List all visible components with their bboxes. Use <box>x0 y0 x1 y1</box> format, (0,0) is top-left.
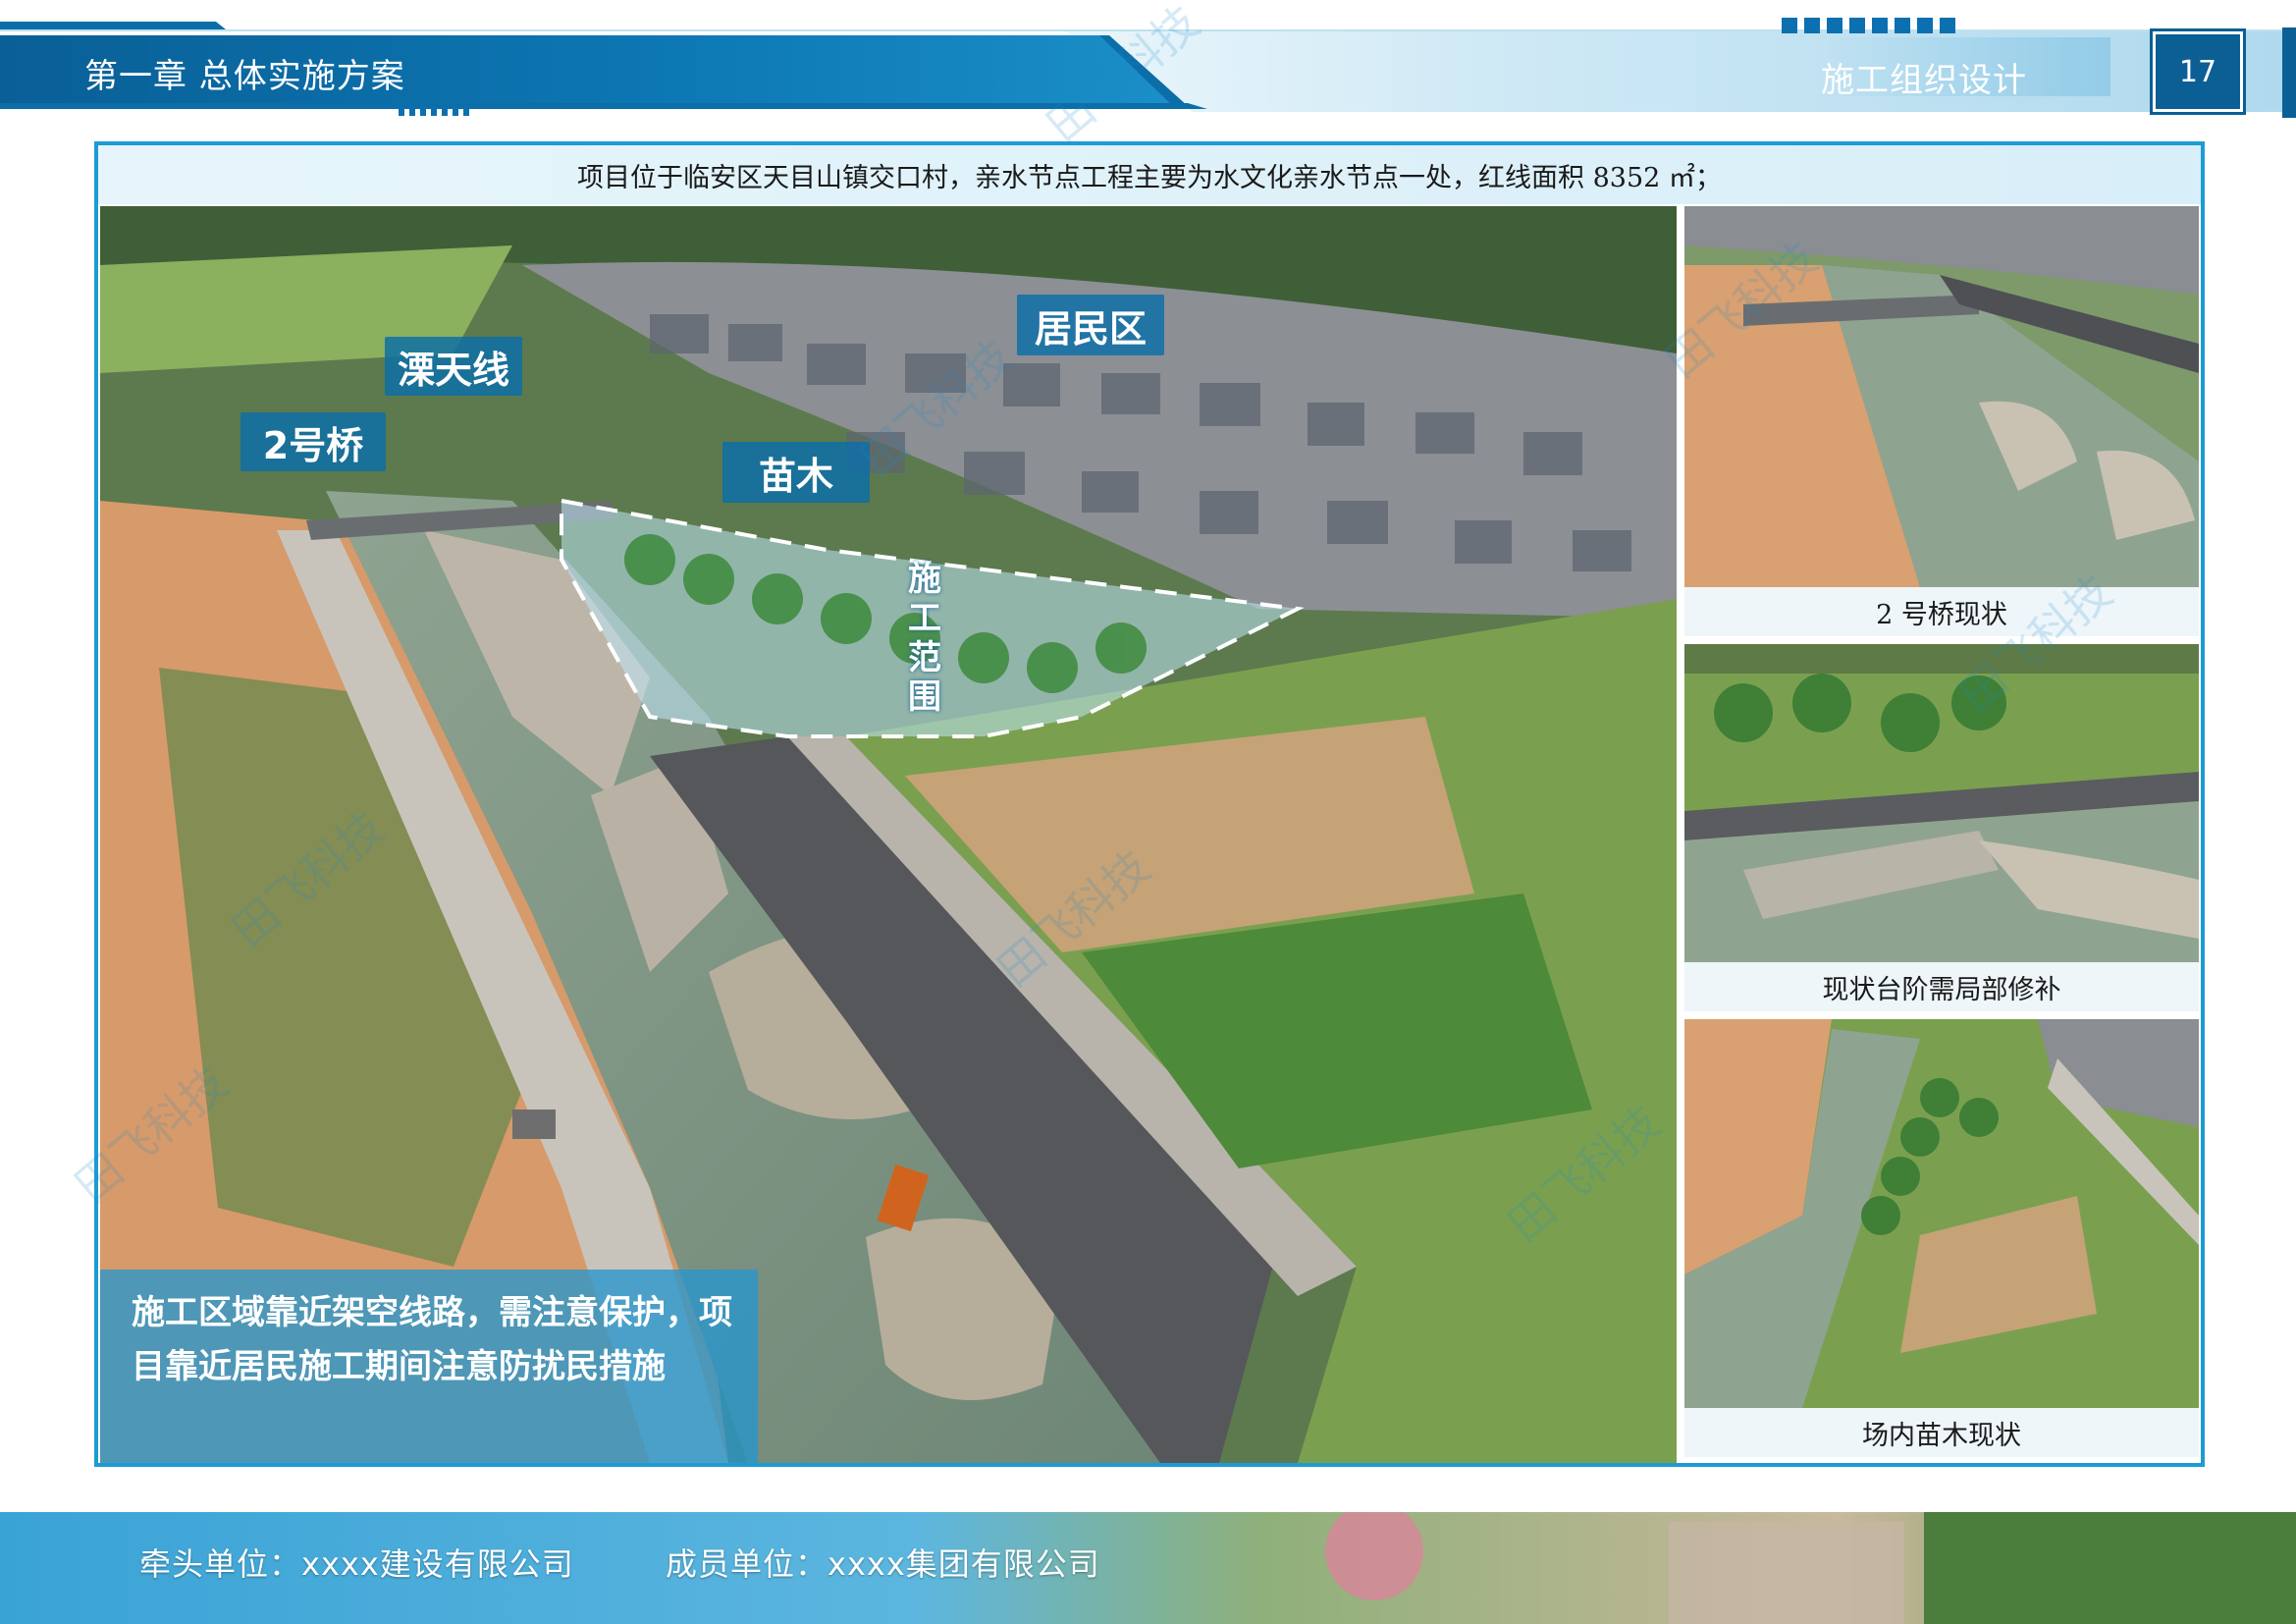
label-power-line: 溧天线 <box>385 337 522 396</box>
project-caption: 项目位于临安区天目山镇交口村，亲水节点工程主要为水文化亲水节点一处，红线面积 8… <box>577 162 1722 193</box>
page-number: 17 <box>2150 28 2246 115</box>
side-caption-bridge: 2 号桥现状 <box>1684 587 2199 636</box>
side-photo-nursery-illustration <box>1684 1019 2199 1408</box>
zone-char-1: 施 <box>908 560 941 599</box>
member-unit: 成员单位：xxxx集团有限公司 <box>666 1545 1100 1583</box>
zone-char-3: 范 <box>908 638 941 677</box>
chapter-title: 第一章 总体实施方案 <box>84 57 405 96</box>
side-photo-bridge-illustration <box>1684 206 2199 587</box>
label-construction-zone: 施 工 范 围 <box>905 560 944 717</box>
side-photo-steps-illustration <box>1684 644 2199 962</box>
safety-note: 施工区域靠近架空线路，需注意保护，项目靠近居民施工期间注意防扰民措施 <box>132 1293 732 1386</box>
zone-char-2: 工 <box>908 599 941 638</box>
side-photo-bridge <box>1684 206 2199 587</box>
section-title: 施工组织设计 <box>1821 61 2027 100</box>
label-residential: 居民区 <box>1017 295 1164 355</box>
header-accent-strip <box>0 22 226 29</box>
label-bridge-2: 2号桥 <box>240 412 386 471</box>
zone-char-4: 围 <box>908 677 941 717</box>
header-left-edge <box>0 103 1207 109</box>
side-caption-nursery: 场内苗木现状 <box>1684 1408 2199 1457</box>
header-dash-decoration <box>1782 18 1955 35</box>
side-photo-steps <box>1684 644 2199 962</box>
label-nursery: 苗木 <box>722 442 870 503</box>
header-right-edge <box>2282 27 2296 118</box>
side-caption-steps: 现状台阶需局部修补 <box>1684 962 2199 1011</box>
header-right-band <box>1065 31 2296 112</box>
header-small-dashes <box>399 106 469 116</box>
side-photo-nursery <box>1684 1019 2199 1408</box>
lead-unit: 牵头单位：xxxx建设有限公司 <box>139 1545 574 1583</box>
